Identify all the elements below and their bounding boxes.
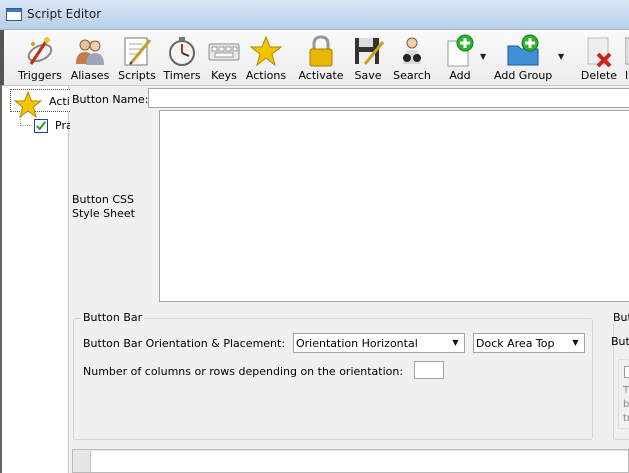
scripts-label: Scripts: [118, 69, 156, 82]
help-text-line3: tr: [623, 413, 629, 424]
search-binoculars-icon: [403, 37, 421, 64]
button-bar-group-title: Button Bar: [81, 311, 145, 324]
orientation-select-value: Orientation Horizontal: [296, 337, 418, 350]
activate-button[interactable]: Activate: [297, 32, 345, 84]
triggers-label: Triggers: [18, 69, 62, 82]
orientation-select[interactable]: Orientation Horizontal ▼: [293, 333, 465, 353]
tree-connector: [20, 114, 32, 126]
add-item-icon: [447, 34, 474, 67]
triggers-icon: [27, 37, 53, 65]
add-group-folder-icon: [507, 34, 539, 66]
actions-button[interactable]: Actions: [244, 32, 288, 84]
push-down-box: Th be tr: [618, 359, 629, 429]
add-group-label: Add Group: [494, 69, 553, 82]
script-editor-area[interactable]: [72, 449, 629, 473]
keys-icon: [208, 43, 240, 61]
actions-star-icon: [249, 35, 283, 67]
columns-rows-input[interactable]: [414, 361, 444, 379]
button-name-input[interactable]: [148, 88, 629, 108]
add-group-button[interactable]: Add Group: [494, 32, 552, 84]
delete-label: Delete: [580, 69, 618, 82]
add-label: Add: [449, 69, 471, 82]
search-label: Search: [393, 69, 431, 82]
save-button[interactable]: Save: [348, 32, 388, 84]
columns-rows-label: Number of columns or rows depending on t…: [83, 365, 404, 378]
actions-label: Actions: [245, 69, 287, 82]
keys-button[interactable]: Keys: [204, 32, 244, 84]
add-dropdown-arrow-icon[interactable]: ▼: [480, 52, 490, 62]
title-bar: Script Editor: [0, 0, 629, 30]
script-editor-text[interactable]: [90, 451, 628, 472]
aliases-label: Aliases: [70, 69, 110, 82]
button-css-label-line2: Style Sheet: [72, 207, 135, 220]
tree-item-label: Acti: [49, 95, 70, 108]
window-icon: [6, 8, 22, 21]
button-css-textarea[interactable]: [159, 110, 629, 302]
dock-area-select[interactable]: Dock Area Top ▼: [473, 333, 585, 353]
button-css-label-line1: Button CSS: [72, 193, 134, 206]
scripts-button[interactable]: Scripts: [114, 32, 160, 84]
add-group-dropdown-arrow-icon[interactable]: ▼: [558, 52, 568, 62]
help-text-line2: be: [623, 399, 629, 410]
tree-item-actions-root[interactable]: Acti: [10, 89, 72, 119]
tree-item-checkbox[interactable]: [34, 119, 48, 133]
save-disk-icon: [355, 38, 385, 65]
delete-button[interactable]: Delete: [578, 32, 620, 84]
toolbar: Triggers Aliases Scripts Timers Keys Act…: [0, 30, 629, 86]
triggers-button[interactable]: Triggers: [16, 32, 64, 84]
button-bar-group: Button Bar Button Bar Orientation & Plac…: [73, 311, 593, 440]
window-title: Script Editor: [27, 7, 102, 21]
partial-label: I: [625, 69, 629, 82]
button-rotation-group: Butt Butt Th be tr: [611, 311, 629, 440]
chevron-down-icon: ▼: [572, 338, 579, 347]
delete-icon: [587, 37, 612, 68]
timers-label: Timers: [163, 69, 201, 82]
help-text-line1: Th: [623, 385, 629, 396]
scripts-icon: [124, 37, 152, 66]
push-down-checkbox[interactable]: [624, 366, 629, 378]
save-label: Save: [354, 69, 382, 82]
partial-icon: [625, 37, 629, 65]
chevron-down-icon: ▼: [452, 338, 459, 347]
dock-area-select-value: Dock Area Top: [476, 337, 555, 350]
push-down-help-text: Th be tr: [623, 384, 629, 426]
button-rotation-group-title: Butt: [611, 311, 629, 324]
script-tree[interactable]: Acti Pra: [0, 86, 73, 473]
aliases-icon: [76, 39, 104, 65]
activate-label: Activate: [298, 69, 344, 82]
keys-label: Keys: [211, 69, 237, 82]
timers-button[interactable]: Timers: [160, 32, 204, 84]
button-name-label: Button Name:: [72, 93, 149, 106]
aliases-button[interactable]: Aliases: [68, 32, 112, 84]
orientation-label: Button Bar Orientation & Placement:: [83, 337, 286, 350]
timers-icon: [169, 37, 195, 66]
lock-icon: [309, 35, 333, 67]
checkmark-icon: [36, 121, 47, 131]
partial-toolbar-button[interactable]: I: [621, 32, 629, 84]
search-button[interactable]: Search: [390, 32, 434, 84]
button-rotation-label: Butt: [611, 335, 629, 348]
add-button[interactable]: Add: [440, 32, 480, 84]
action-editor-panel: Button Name: Button CSS Style Sheet Butt…: [70, 86, 629, 473]
button-css-label: Button CSS Style Sheet: [72, 193, 135, 221]
